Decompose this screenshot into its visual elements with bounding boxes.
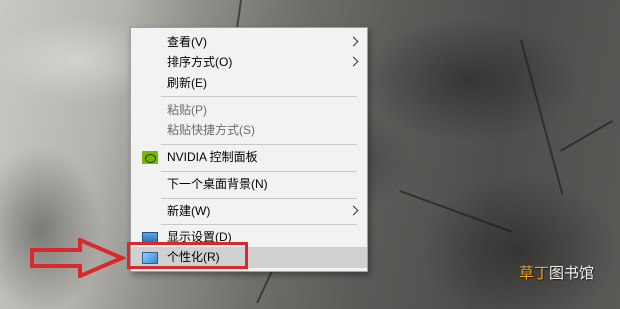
menu-item-label: 刷新(E) [167, 76, 207, 90]
menu-item-sort-by[interactable]: 排序方式(O) [131, 52, 367, 73]
menu-separator [161, 96, 357, 97]
chevron-right-icon [348, 205, 359, 216]
watermark-accent-text: 草丁 [519, 265, 550, 282]
menu-item-paste: 粘贴(P) [131, 100, 367, 121]
chevron-right-icon [348, 36, 359, 47]
red-arrow-icon [30, 238, 126, 278]
highlight-box [127, 242, 248, 269]
menu-separator [161, 171, 357, 172]
menu-separator [161, 224, 357, 225]
menu-item-label: NVIDIA 控制面板 [167, 150, 258, 164]
desktop-context-menu: 查看(V) 排序方式(O) 刷新(E) 粘贴(P) 粘贴快捷方式(S) NVID… [130, 27, 368, 272]
menu-item-refresh[interactable]: 刷新(E) [131, 73, 367, 94]
chevron-right-icon [348, 56, 359, 67]
menu-separator [161, 144, 357, 145]
menu-item-nvidia-control-panel[interactable]: NVIDIA 控制面板 [131, 147, 367, 168]
menu-item-new[interactable]: 新建(W) [131, 201, 367, 222]
menu-item-paste-shortcut: 粘贴快捷方式(S) [131, 120, 367, 141]
menu-item-label: 排序方式(O) [167, 55, 233, 69]
watermark: 草丁图书馆 [519, 262, 594, 283]
nvidia-icon [142, 151, 158, 164]
menu-item-label: 下一个桌面背景(N) [167, 177, 268, 191]
menu-item-label: 新建(W) [167, 204, 211, 218]
menu-item-view[interactable]: 查看(V) [131, 32, 367, 53]
menu-separator [161, 198, 357, 199]
menu-item-label: 粘贴(P) [167, 103, 207, 117]
menu-item-next-desktop-background[interactable]: 下一个桌面背景(N) [131, 174, 367, 195]
menu-item-label: 粘贴快捷方式(S) [167, 123, 255, 137]
menu-item-label: 查看(V) [167, 35, 207, 49]
watermark-text: 图书馆 [549, 265, 595, 282]
